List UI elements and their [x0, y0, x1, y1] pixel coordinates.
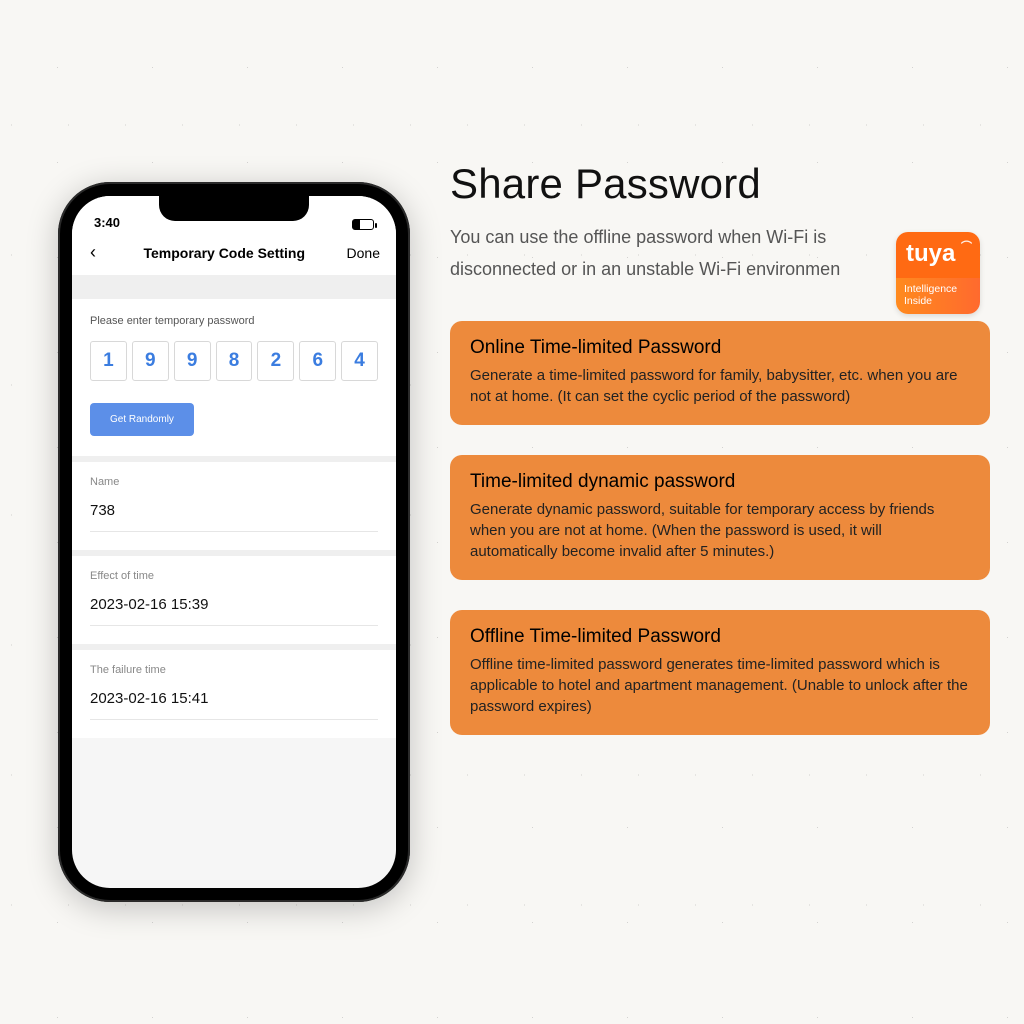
name-value[interactable]: 738 — [90, 498, 378, 525]
card-title: Online Time-limited Password — [470, 337, 970, 359]
feature-card: Time-limited dynamic password Generate d… — [450, 455, 990, 580]
info-panel: Share Password You can use the offline p… — [450, 160, 990, 735]
failure-time-block: The failure time 2023-02-16 15:41 — [72, 644, 396, 738]
feature-card: Online Time-limited Password Generate a … — [450, 321, 990, 425]
phone-screen: 3:40 ‹ Temporary Code Setting Done Pleas… — [72, 196, 396, 888]
name-field-block: Name 738 — [72, 456, 396, 550]
headline: Share Password — [450, 160, 990, 208]
failure-time-value[interactable]: 2023-02-16 15:41 — [90, 686, 378, 713]
feature-cards: Online Time-limited Password Generate a … — [450, 321, 990, 735]
code-digit[interactable]: 8 — [216, 341, 253, 381]
code-input-row: 1 9 9 8 2 6 4 — [90, 341, 378, 381]
tuya-brand: tuya — [906, 240, 955, 267]
card-body: Generate dynamic password, suitable for … — [470, 499, 970, 562]
card-title: Time-limited dynamic password — [470, 471, 970, 493]
card-body: Generate a time-limited password for fam… — [470, 365, 970, 407]
code-digit[interactable]: 6 — [299, 341, 336, 381]
code-digit[interactable]: 2 — [257, 341, 294, 381]
code-digit[interactable]: 4 — [341, 341, 378, 381]
password-section: Please enter temporary password 1 9 9 8 … — [72, 299, 396, 456]
card-body: Offline time-limited password generates … — [470, 654, 970, 717]
get-randomly-button[interactable]: Get Randomly — [90, 403, 194, 436]
wifi-icon: ⌒ — [961, 238, 972, 254]
enter-password-prompt: Please enter temporary password — [90, 315, 378, 327]
effect-time-block: Effect of time 2023-02-16 15:39 — [72, 550, 396, 644]
status-time: 3:40 — [94, 215, 120, 230]
page-title: Temporary Code Setting — [143, 245, 305, 261]
description: You can use the offline password when Wi… — [450, 222, 850, 285]
phone-frame: 3:40 ‹ Temporary Code Setting Done Pleas… — [58, 182, 410, 902]
code-digit[interactable]: 9 — [174, 341, 211, 381]
code-digit[interactable]: 9 — [132, 341, 169, 381]
name-label: Name — [90, 476, 378, 488]
done-button[interactable]: Done — [347, 245, 380, 261]
tuya-tagline-l1: Intelligence — [904, 283, 957, 295]
failure-time-label: The failure time — [90, 664, 378, 676]
code-digit[interactable]: 1 — [90, 341, 127, 381]
nav-bar: ‹ Temporary Code Setting Done — [72, 232, 396, 275]
divider — [72, 275, 396, 299]
tuya-badge: tuya ⌒ Intelligence Inside — [896, 232, 980, 314]
effect-time-label: Effect of time — [90, 570, 378, 582]
tuya-tagline-l2: Inside — [904, 295, 932, 307]
card-title: Offline Time-limited Password — [470, 626, 970, 648]
feature-card: Offline Time-limited Password Offline ti… — [450, 610, 990, 735]
battery-icon — [352, 219, 374, 230]
effect-time-value[interactable]: 2023-02-16 15:39 — [90, 592, 378, 619]
phone-notch — [159, 196, 309, 221]
back-button[interactable]: ‹ — [84, 242, 102, 263]
